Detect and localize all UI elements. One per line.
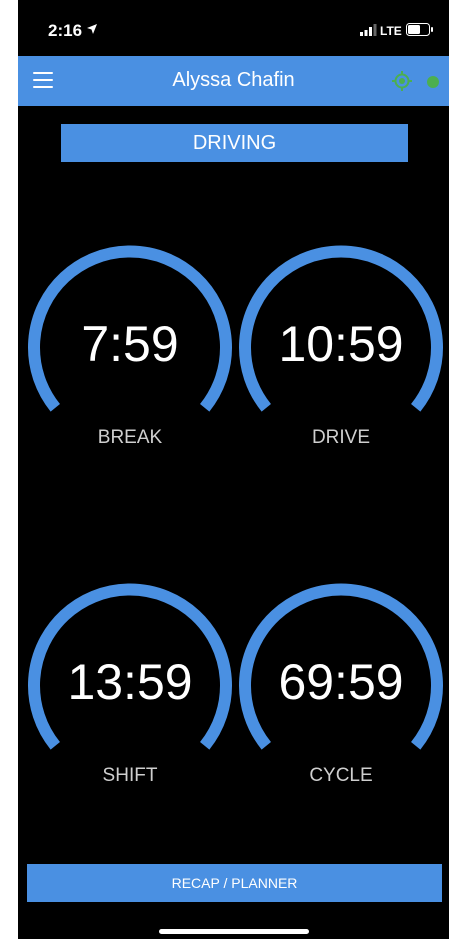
cycle-time-value: 69:59 — [278, 654, 404, 710]
drive-label: DRIVE — [311, 427, 371, 448]
break-gauge: 7:59 BREAK — [25, 240, 235, 460]
app-screen: 2:16 LTE Alyssa Chafin DRIVING 7:59 BREA… — [18, 0, 449, 939]
break-label: BREAK — [97, 427, 163, 448]
cycle-gauge: 69:59 CYCLE — [236, 578, 446, 798]
home-indicator[interactable] — [159, 929, 309, 934]
duty-status-button[interactable]: DRIVING — [61, 124, 408, 162]
connection-status-dot — [427, 76, 439, 88]
shift-time-value: 13:59 — [67, 654, 193, 710]
driver-name: Alyssa Chafin — [172, 69, 295, 91]
shift-label: SHIFT — [102, 765, 158, 786]
status-time: 2:16 — [48, 21, 83, 40]
drive-time-value: 10:59 — [278, 316, 404, 372]
recap-planner-button[interactable]: RECAP / PLANNER — [27, 864, 442, 902]
status-bar: 2:16 LTE — [18, 0, 449, 56]
network-type: LTE — [380, 24, 402, 38]
break-time-value: 7:59 — [81, 316, 179, 372]
location-arrow-icon — [87, 24, 97, 34]
shift-gauge: 13:59 SHIFT — [25, 578, 235, 798]
gps-icon[interactable] — [392, 71, 412, 91]
cellular-signal-icon — [360, 24, 377, 36]
battery-icon — [406, 23, 433, 36]
drive-gauge: 10:59 DRIVE — [236, 240, 446, 460]
cycle-label: CYCLE — [309, 765, 373, 786]
app-header: Alyssa Chafin — [18, 56, 449, 106]
